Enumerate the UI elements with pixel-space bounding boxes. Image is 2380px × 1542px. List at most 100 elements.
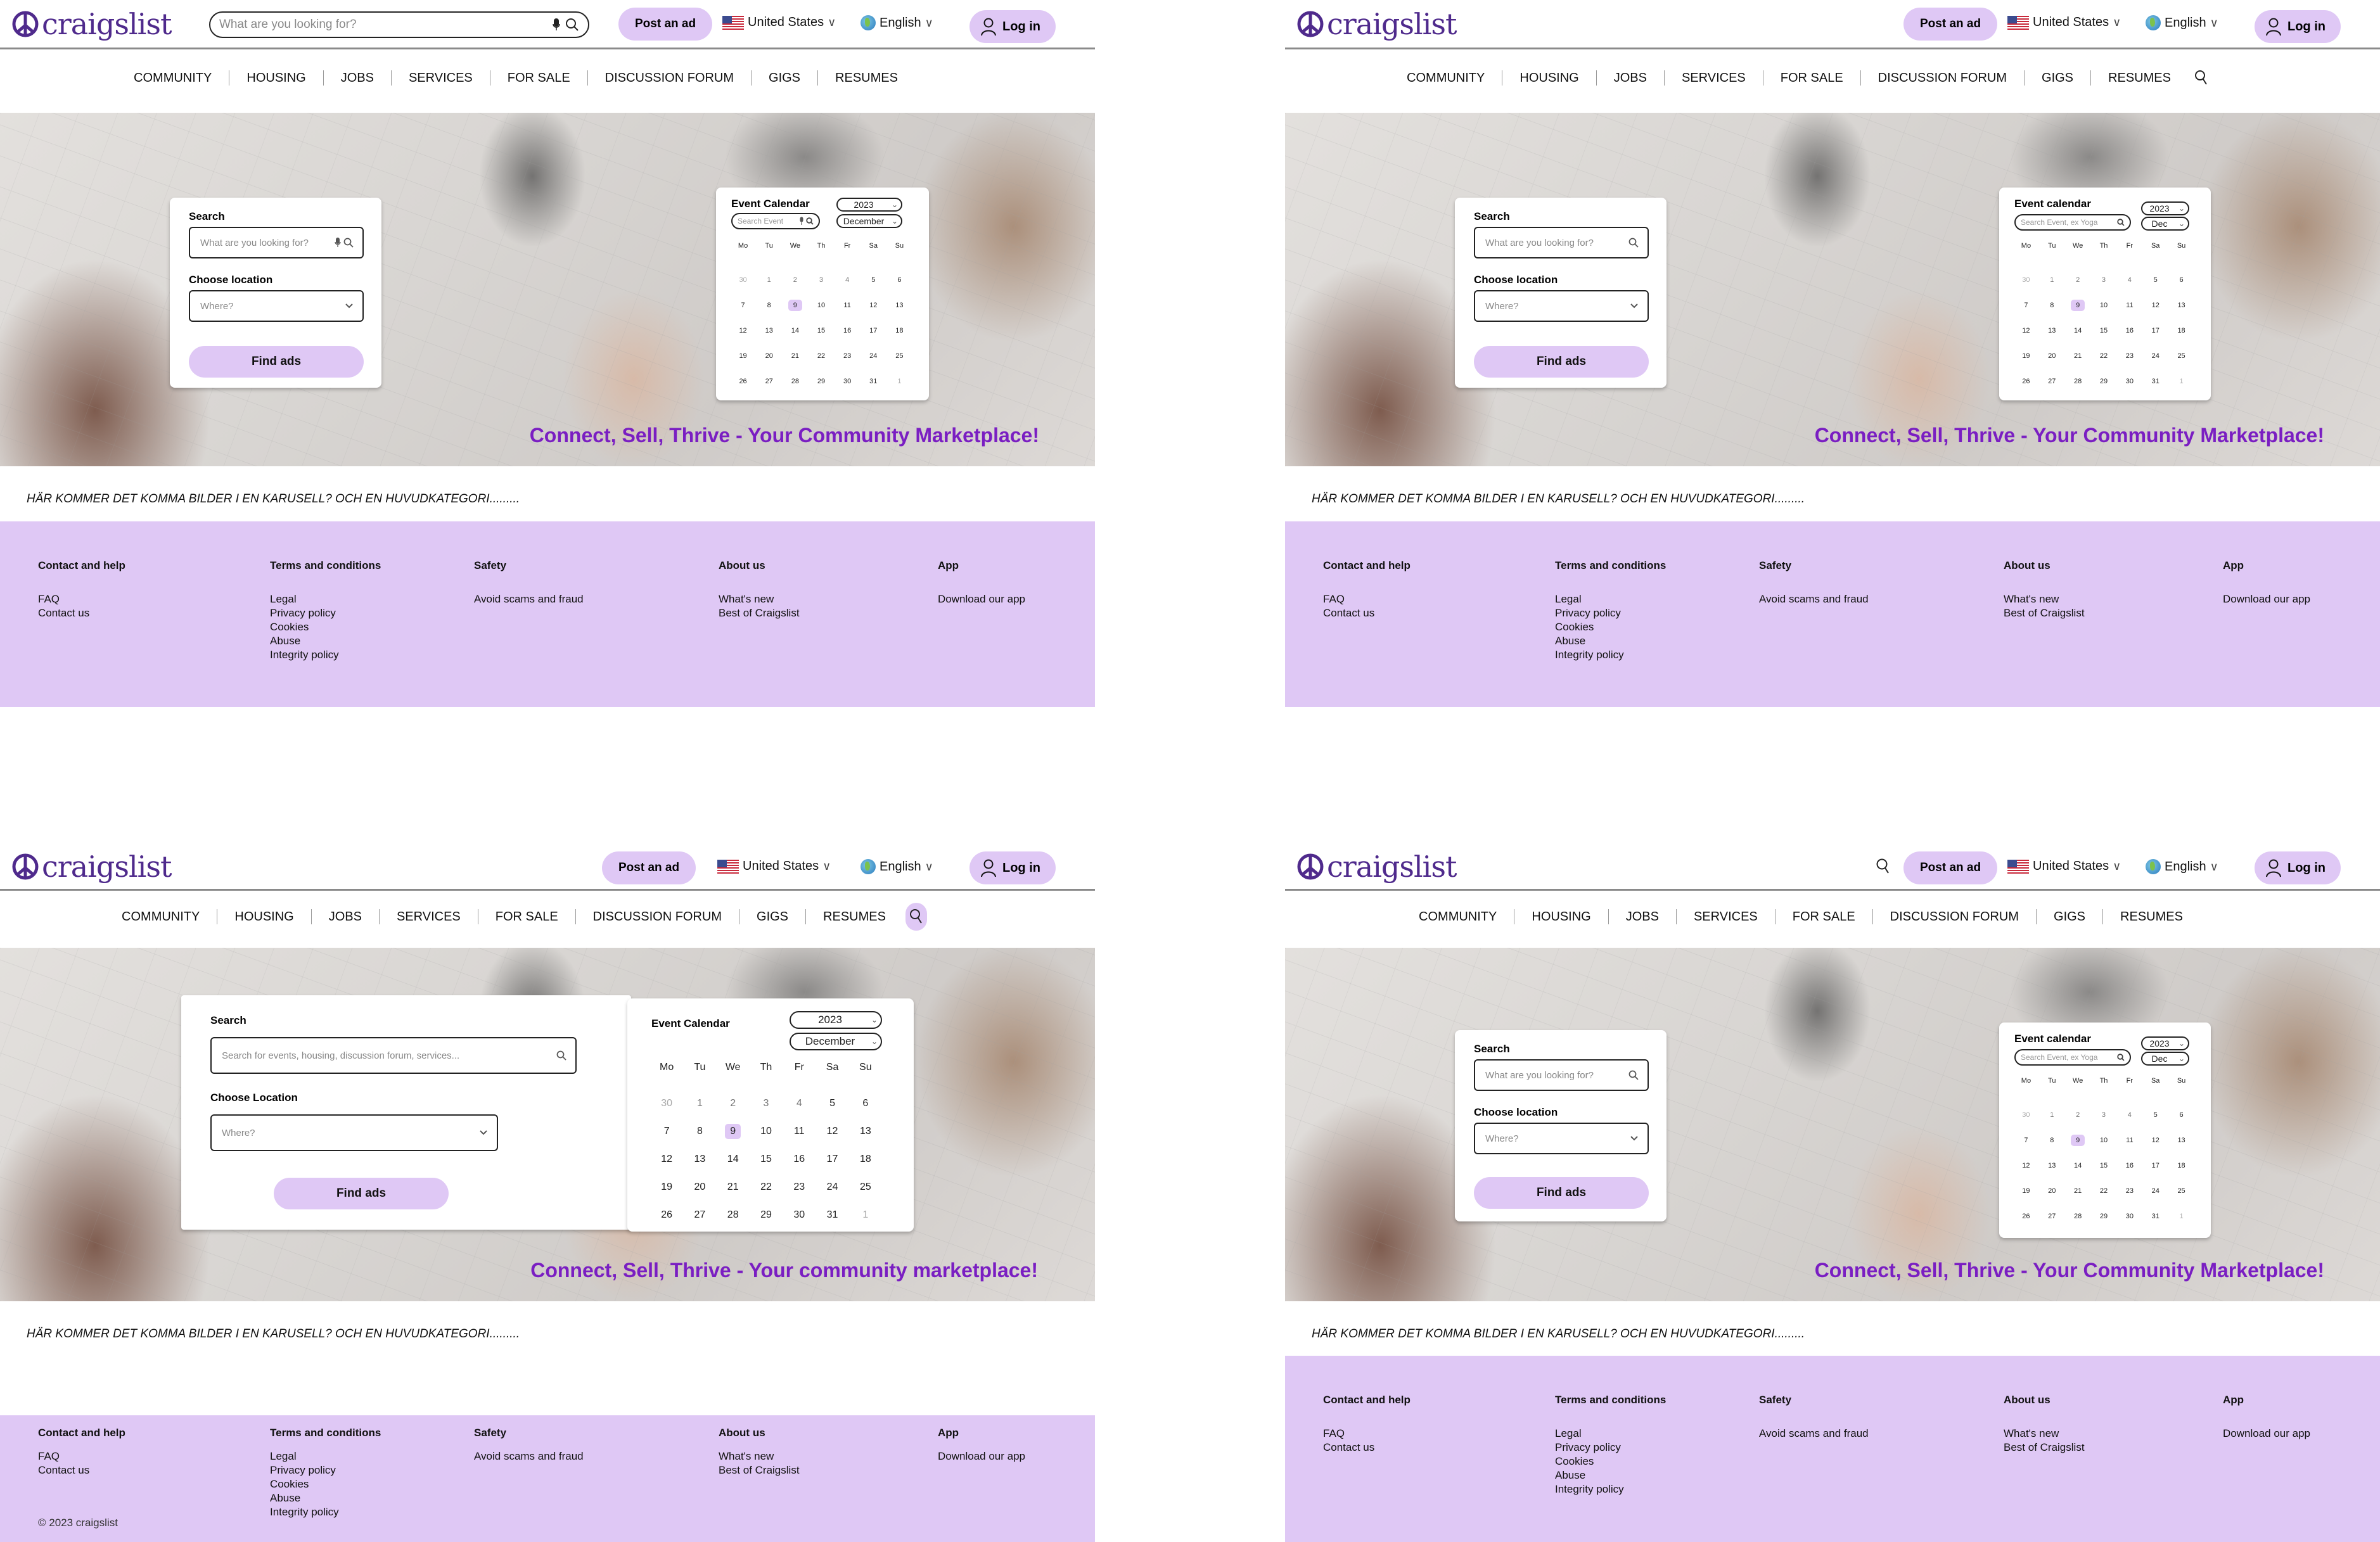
footer-link[interactable]: Privacy policy <box>270 606 381 620</box>
calendar-day[interactable]: 4 <box>835 267 861 293</box>
footer-link[interactable]: Download our app <box>2223 1427 2310 1441</box>
footer-link[interactable]: Abuse <box>1555 1469 1666 1482</box>
nav-item-resumes[interactable]: RESUMES <box>805 909 903 924</box>
footer-link[interactable]: Legal <box>1555 1427 1666 1441</box>
calendar-day[interactable]: 8 <box>2039 293 2065 318</box>
calendar-day[interactable]: 2 <box>782 267 808 293</box>
find-ads-button[interactable]: Find ads <box>1474 346 1649 378</box>
calendar-day[interactable]: 19 <box>650 1173 683 1201</box>
calendar-day[interactable]: 12 <box>2142 1128 2168 1153</box>
calendar-day[interactable]: 11 <box>783 1118 816 1145</box>
footer-link[interactable]: FAQ <box>1323 592 1411 606</box>
calendar-day[interactable]: 3 <box>2091 267 2117 293</box>
footer-link[interactable]: Integrity policy <box>270 648 381 662</box>
nav-item-for-sale[interactable]: FOR SALE <box>1774 909 1872 924</box>
language-selector[interactable]: English ∨ <box>861 15 933 30</box>
nav-item-housing[interactable]: HOUSING <box>1502 70 1596 86</box>
nav-item-community[interactable]: COMMUNITY <box>1402 909 1514 924</box>
calendar-day[interactable]: 19 <box>2013 1178 2039 1204</box>
calendar-day[interactable]: 5 <box>816 1090 848 1118</box>
location-select[interactable]: Where? <box>210 1114 498 1151</box>
calendar-day[interactable]: 8 <box>683 1118 716 1145</box>
calendar-day[interactable]: 30 <box>650 1090 683 1118</box>
calendar-day-selected[interactable]: 9 <box>717 1118 750 1145</box>
calendar-day[interactable]: 27 <box>2039 1204 2065 1229</box>
calendar-day[interactable]: 12 <box>861 293 886 318</box>
microphone-icon[interactable] <box>799 217 804 226</box>
calendar-day[interactable]: 31 <box>816 1201 848 1229</box>
nav-item-services[interactable]: SERVICES <box>390 70 490 86</box>
nav-item-gigs[interactable]: GIGS <box>739 909 805 924</box>
search-field[interactable] <box>1474 1059 1649 1091</box>
craigslist-logo[interactable]: craigslist <box>11 5 172 43</box>
calendar-day-selected[interactable]: 9 <box>782 293 808 318</box>
calendar-day[interactable]: 28 <box>2065 369 2091 394</box>
calendar-day[interactable]: 22 <box>750 1173 783 1201</box>
calendar-day[interactable]: 14 <box>782 318 808 343</box>
footer-link[interactable]: Integrity policy <box>1555 1482 1666 1496</box>
calendar-day[interactable]: 3 <box>2091 1102 2117 1128</box>
calendar-day[interactable]: 27 <box>2039 369 2065 394</box>
month-select[interactable]: Dec ⌄ <box>2141 1052 2189 1066</box>
calendar-day[interactable]: 31 <box>861 369 886 394</box>
calendar-day[interactable]: 28 <box>2065 1204 2091 1229</box>
footer-link[interactable]: Legal <box>270 592 381 606</box>
calendar-day[interactable]: 7 <box>2013 1128 2039 1153</box>
nav-item-resumes[interactable]: RESUMES <box>2090 70 2188 86</box>
calendar-day[interactable]: 17 <box>2142 318 2168 343</box>
nav-item-jobs[interactable]: JOBS <box>1608 909 1676 924</box>
calendar-day[interactable]: 3 <box>750 1090 783 1118</box>
calendar-day[interactable]: 23 <box>783 1173 816 1201</box>
calendar-day[interactable]: 24 <box>816 1173 848 1201</box>
footer-link[interactable]: FAQ <box>38 592 125 606</box>
calendar-day[interactable]: 28 <box>717 1201 750 1229</box>
calendar-day[interactable]: 1 <box>2168 369 2194 394</box>
calendar-day[interactable]: 2 <box>2065 1102 2091 1128</box>
calendar-day[interactable]: 6 <box>2168 267 2194 293</box>
search-field[interactable] <box>210 1037 577 1074</box>
calendar-day[interactable]: 22 <box>808 343 834 369</box>
nav-item-discussion-forum[interactable]: DISCUSSION FORUM <box>1872 909 2036 924</box>
search-icon[interactable] <box>2117 1054 2125 1061</box>
header-search-icon[interactable] <box>1876 858 1891 874</box>
calendar-day[interactable]: 12 <box>730 318 756 343</box>
calendar-day[interactable]: 14 <box>2065 1153 2091 1178</box>
calendar-day[interactable]: 6 <box>849 1090 882 1118</box>
calendar-day[interactable]: 21 <box>782 343 808 369</box>
nav-item-housing[interactable]: HOUSING <box>1514 909 1608 924</box>
calendar-day[interactable]: 15 <box>808 318 834 343</box>
find-ads-button[interactable]: Find ads <box>274 1178 449 1209</box>
nav-search-button[interactable] <box>905 903 927 931</box>
calendar-day[interactable]: 13 <box>2168 1128 2194 1153</box>
calendar-day[interactable]: 25 <box>849 1173 882 1201</box>
calendar-day[interactable]: 5 <box>2142 1102 2168 1128</box>
calendar-day[interactable]: 1 <box>849 1201 882 1229</box>
calendar-day[interactable]: 17 <box>2142 1153 2168 1178</box>
calendar-day[interactable]: 10 <box>808 293 834 318</box>
nav-item-community[interactable]: COMMUNITY <box>117 70 229 86</box>
month-select[interactable]: December ⌄ <box>790 1033 882 1050</box>
calendar-day[interactable]: 30 <box>2116 369 2142 394</box>
footer-link[interactable]: Legal <box>270 1450 381 1463</box>
nav-item-services[interactable]: SERVICES <box>1663 70 1763 86</box>
calendar-day[interactable]: 16 <box>835 318 861 343</box>
calendar-day[interactable]: 23 <box>2116 1178 2142 1204</box>
country-selector[interactable]: United States ∨ <box>717 859 831 874</box>
nav-item-for-sale[interactable]: FOR SALE <box>489 70 587 86</box>
footer-link[interactable]: Avoid scams and fraud <box>1759 1427 1869 1441</box>
calendar-day[interactable]: 24 <box>861 343 886 369</box>
footer-link[interactable]: What's new <box>719 1450 800 1463</box>
login-button[interactable]: Log in <box>969 10 1056 43</box>
footer-link[interactable]: Privacy policy <box>1555 606 1666 620</box>
calendar-day[interactable]: 25 <box>2168 343 2194 369</box>
footer-link[interactable]: Download our app <box>2223 592 2310 606</box>
search-input[interactable] <box>222 1050 556 1061</box>
language-selector[interactable]: English ∨ <box>861 859 933 874</box>
calendar-day-selected[interactable]: 9 <box>2065 293 2091 318</box>
search-input[interactable] <box>1485 237 1628 248</box>
calendar-day[interactable]: 10 <box>750 1118 783 1145</box>
nav-item-jobs[interactable]: JOBS <box>323 70 391 86</box>
calendar-day[interactable]: 15 <box>2091 318 2117 343</box>
calendar-day[interactable]: 8 <box>2039 1128 2065 1153</box>
calendar-day[interactable]: 30 <box>2013 1102 2039 1128</box>
